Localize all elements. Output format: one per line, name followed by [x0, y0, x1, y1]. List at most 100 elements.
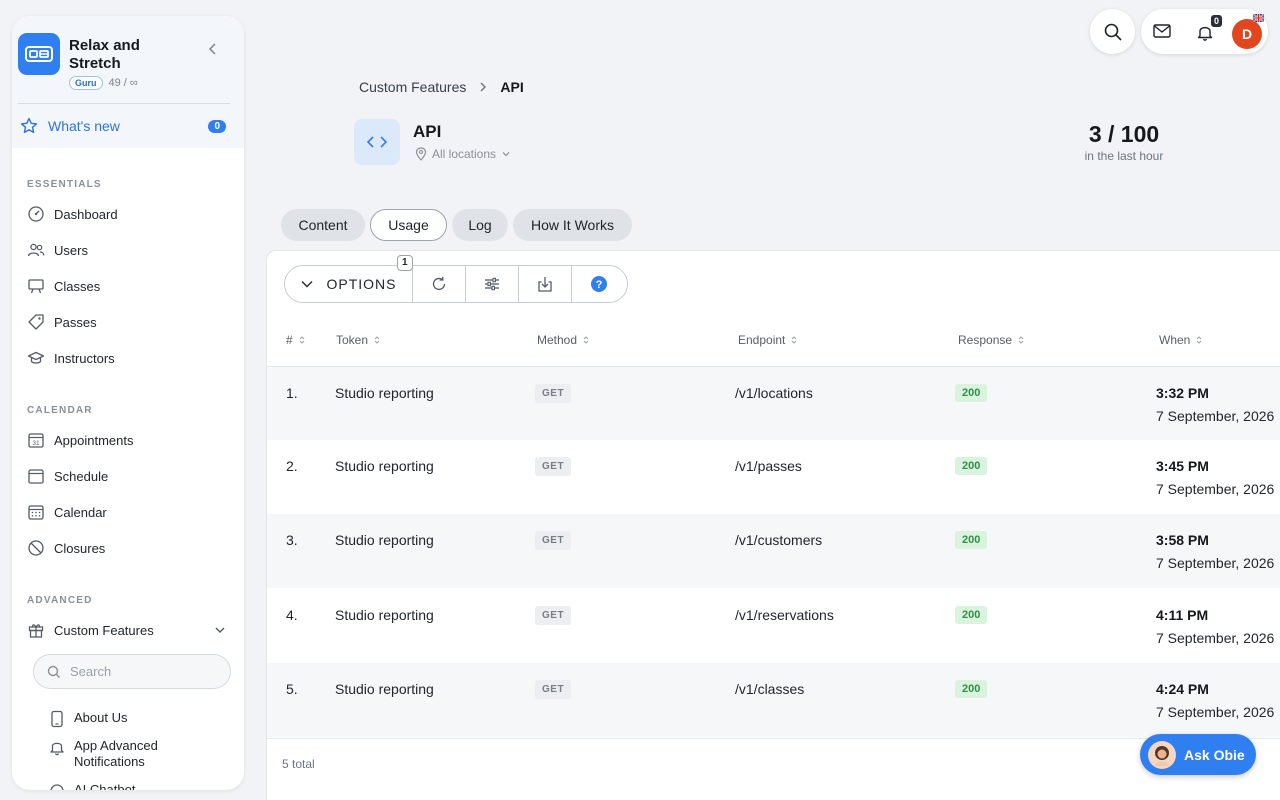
export-button[interactable] — [519, 266, 572, 302]
location-label: All locations — [432, 147, 497, 161]
tab-usage[interactable]: Usage — [370, 209, 447, 241]
sort-icon — [792, 336, 797, 344]
sort-icon — [583, 336, 589, 344]
breadcrumb-parent[interactable]: Custom Features — [359, 79, 466, 95]
chevron-down-icon — [213, 623, 227, 637]
row-time: 3:45 PM — [1156, 458, 1209, 474]
row-token: Studio reporting — [335, 681, 434, 697]
row-endpoint: /v1/customers — [735, 532, 823, 548]
sidebar-item-schedule[interactable]: Schedule — [27, 466, 108, 486]
options-button[interactable]: OPTIONS — [285, 266, 413, 302]
column-label: # — [286, 333, 293, 347]
refresh-icon — [430, 275, 448, 293]
app-logo[interactable] — [18, 33, 60, 75]
user-avatar[interactable]: D — [1232, 19, 1262, 49]
filter-button[interactable] — [466, 266, 519, 302]
plan-badge: Guru — [69, 76, 103, 90]
row-number: 4. — [286, 607, 298, 623]
row-number: 3. — [286, 532, 298, 548]
response-status-badge: 200 — [955, 384, 988, 402]
sidebar-item-label: Calendar — [54, 504, 107, 520]
column-header-method[interactable]: Method — [537, 333, 589, 347]
plan-info: Guru 49 / ∞ — [69, 76, 138, 90]
sort-icon — [1018, 336, 1024, 344]
sidebar-item-custom-features[interactable]: Custom Features — [27, 620, 227, 640]
tab-content[interactable]: Content — [281, 209, 365, 241]
column-header-endpoint[interactable]: Endpoint — [738, 333, 797, 347]
column-label: Method — [537, 333, 578, 347]
breadcrumb-current: API — [500, 79, 524, 95]
star-icon — [20, 117, 38, 135]
sidebar-subitem-notifications[interactable]: App Advanced Notifications — [49, 738, 189, 770]
gauge-icon — [27, 205, 45, 223]
help-button[interactable]: ? — [572, 266, 625, 302]
whats-new-link[interactable]: What's new 0 — [20, 116, 226, 136]
table-row[interactable]: 1. Studio reporting GET /v1/locations 20… — [267, 366, 1280, 440]
column-header-token[interactable]: Token — [336, 333, 380, 347]
sidebar-item-closures[interactable]: Closures — [27, 538, 105, 558]
calendar-31-icon: 31 — [27, 431, 45, 449]
row-date: 7 September, 2026 — [1156, 630, 1275, 646]
column-header-when[interactable]: When — [1159, 333, 1202, 347]
gift-icon — [27, 621, 45, 639]
notifications-count: 0 — [1211, 15, 1223, 27]
response-status-badge: 200 — [955, 457, 988, 475]
sidebar-subitem-ai-chatbot[interactable]: AI Chatbot — [49, 782, 135, 790]
calendar-icon — [27, 467, 45, 485]
sidebar-item-instructors[interactable]: Instructors — [27, 348, 115, 368]
section-title-essentials: ESSENTIALS — [27, 179, 102, 190]
sidebar-item-dashboard[interactable]: Dashboard — [27, 204, 118, 224]
location-selector[interactable]: All locations — [415, 147, 511, 161]
divider — [18, 103, 230, 104]
row-number: 5. — [286, 681, 298, 697]
sidebar-item-label: Schedule — [54, 468, 109, 484]
mail-icon[interactable] — [1152, 23, 1172, 39]
table-row[interactable]: 3. Studio reporting GET /v1/customers 20… — [267, 514, 1280, 588]
uk-flag-icon — [1253, 14, 1264, 22]
sidebar-subitem-label: About Us — [74, 710, 128, 725]
whats-new-label: What's new — [48, 118, 120, 134]
sidebar-item-users[interactable]: Users — [27, 240, 88, 260]
sidebar-search — [33, 654, 231, 689]
breadcrumb: Custom Features API — [359, 79, 524, 95]
api-code-icon — [354, 119, 400, 165]
row-time: 4:24 PM — [1156, 681, 1209, 697]
tab-how-it-works[interactable]: How It Works — [513, 209, 632, 241]
sidebar-item-label: Dashboard — [54, 206, 118, 222]
ban-icon — [27, 539, 45, 557]
map-pin-icon — [415, 147, 427, 161]
method-badge: GET — [535, 457, 572, 476]
sort-icon — [374, 336, 380, 344]
sidebar-item-label: Users — [54, 242, 88, 258]
page-title: API — [413, 122, 442, 141]
column-header-response[interactable]: Response — [958, 333, 1024, 347]
search-icon — [46, 664, 62, 680]
table-row[interactable]: 2. Studio reporting GET /v1/passes 200 3… — [267, 440, 1280, 514]
tab-log[interactable]: Log — [452, 209, 508, 241]
sidebar-search-input[interactable] — [70, 664, 210, 679]
table-toolbar: OPTIONS ? — [284, 265, 628, 303]
row-number: 2. — [286, 458, 298, 474]
column-header-number[interactable]: # — [286, 333, 305, 347]
sidebar-item-passes[interactable]: Passes — [27, 312, 97, 332]
ask-obie-button[interactable]: Ask Obie — [1140, 734, 1256, 775]
sidebar-subitem-about-us[interactable]: About Us — [49, 710, 127, 728]
row-endpoint: /v1/classes — [735, 681, 805, 697]
response-status-badge: 200 — [955, 531, 988, 549]
download-icon — [536, 275, 554, 293]
sidebar-item-calendar[interactable]: Calendar — [27, 502, 107, 522]
refresh-button[interactable] — [413, 266, 466, 302]
method-badge: GET — [535, 384, 572, 403]
table-row[interactable]: 5. Studio reporting GET /v1/classes 200 … — [267, 663, 1280, 737]
sidebar-item-classes[interactable]: Classes — [27, 276, 100, 296]
table-total: 5 total — [282, 757, 315, 771]
row-token: Studio reporting — [335, 458, 434, 474]
sidebar-item-appointments[interactable]: 31 Appointments — [27, 430, 134, 450]
collapse-sidebar-icon[interactable] — [205, 41, 221, 57]
options-label: OPTIONS — [326, 276, 397, 292]
table-row[interactable]: 4. Studio reporting GET /v1/reservations… — [267, 589, 1280, 663]
sidebar-item-label: Custom Features — [54, 622, 154, 638]
global-search-button[interactable] — [1090, 9, 1135, 54]
sidebar-item-label: Appointments — [54, 432, 134, 448]
easel-icon — [27, 277, 45, 295]
